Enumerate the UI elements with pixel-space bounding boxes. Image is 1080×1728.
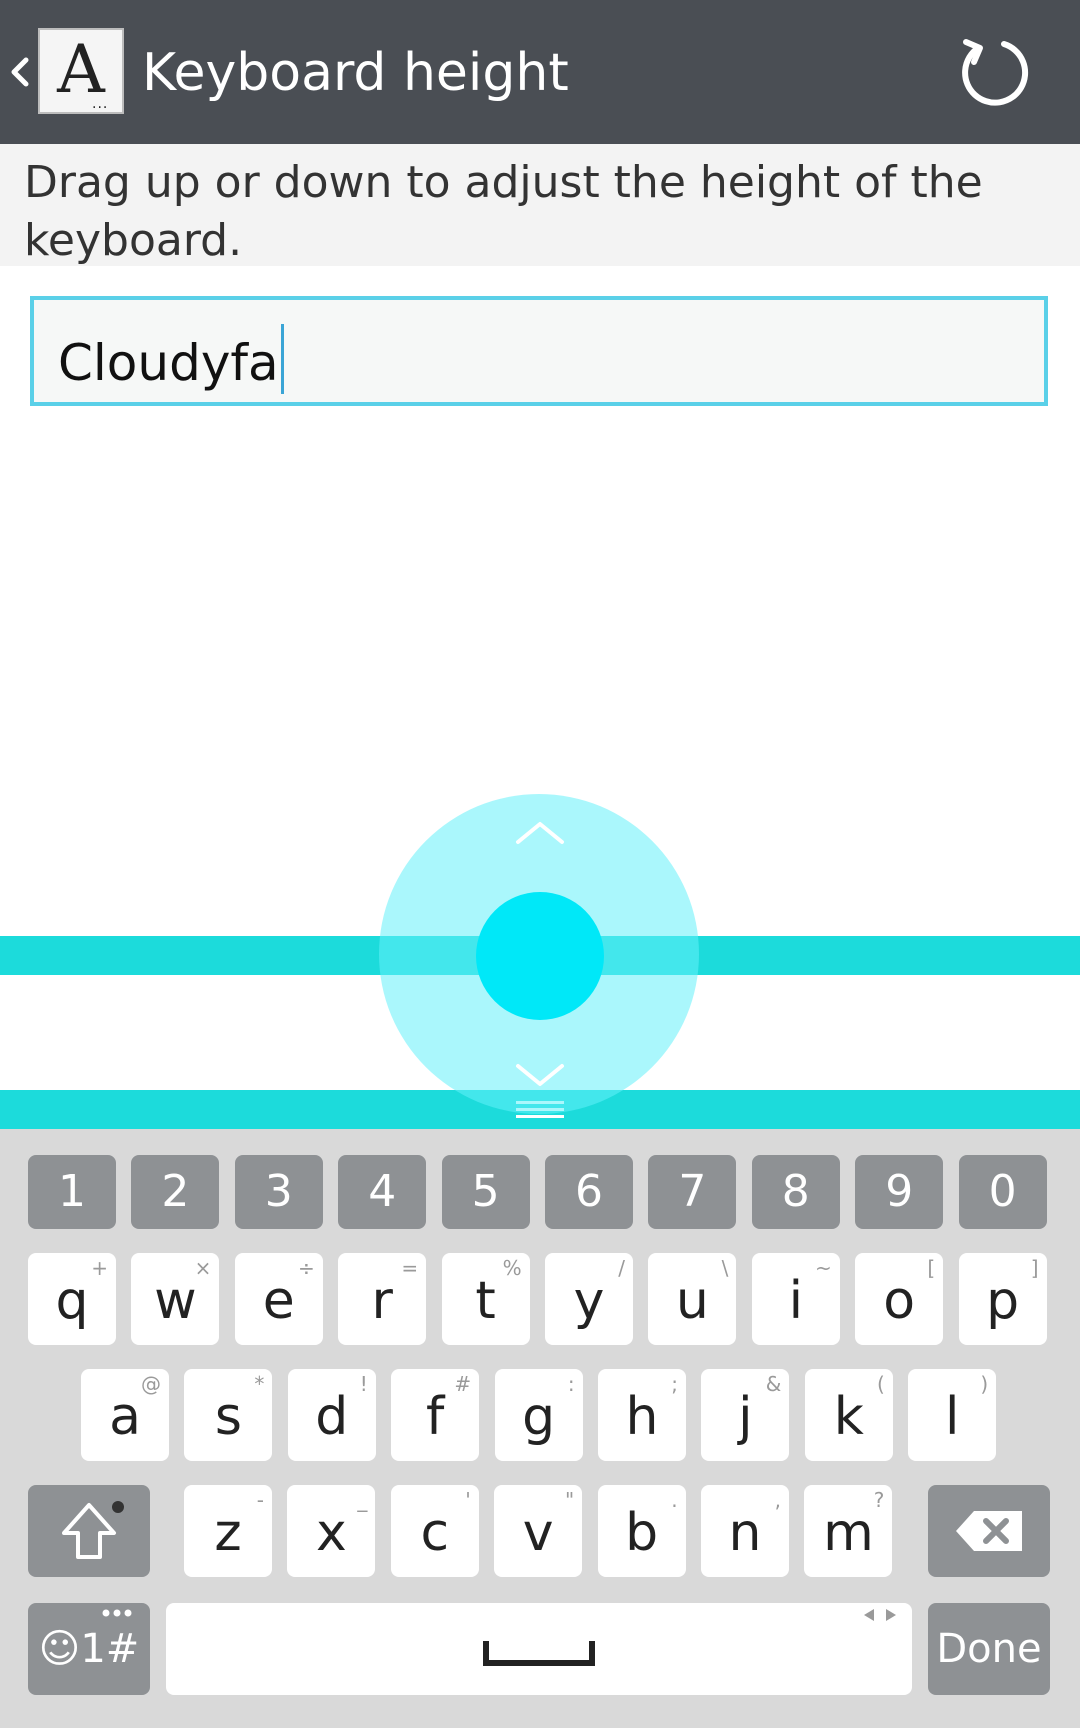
letter-key[interactable]: ? m [804, 1485, 893, 1577]
letter-key[interactable]: ,n [701, 1485, 789, 1577]
keyboard: 1234567890 + q × w ÷ e = r% t / y \ u ~ i[o] p @ a * s! d # f… [0, 1129, 1080, 1728]
arrow-up-icon [516, 822, 564, 844]
shift-key[interactable] [28, 1485, 150, 1577]
instruction-text: Drag up or down to adjust the height of … [24, 157, 983, 266]
letter-key[interactable]: ' c [390, 1485, 479, 1577]
symbols-key[interactable]: ☺1# [28, 1603, 150, 1695]
key-label: e [262, 1271, 295, 1331]
key-label: i [788, 1271, 804, 1331]
key-label: t [475, 1271, 496, 1331]
key-label: k [833, 1387, 864, 1447]
letter-key[interactable]: = r [338, 1253, 427, 1345]
shift-icon [62, 1501, 124, 1559]
letter-key[interactable]: % t [441, 1253, 530, 1345]
key-label: z [214, 1503, 242, 1563]
backspace-key[interactable] [928, 1485, 1050, 1577]
letter-key[interactable]: -z [184, 1485, 272, 1577]
key-label: l [944, 1387, 960, 1447]
title-bar: A ... Keyboard height [0, 0, 1080, 144]
key-label: b [625, 1503, 659, 1563]
number-key[interactable]: 5 [441, 1155, 530, 1229]
letter-key[interactable]: # f [391, 1369, 480, 1461]
letter-key[interactable]: .b [597, 1485, 686, 1577]
app-icon-letter: A [57, 31, 105, 108]
arrow-down-icon [516, 1064, 564, 1086]
letter-key[interactable]: " v [494, 1485, 583, 1577]
number-key[interactable]: 9 [855, 1155, 944, 1229]
key-label: o [883, 1271, 916, 1331]
symbols-key-label: ☺1# [38, 1626, 140, 1672]
input-value: Cloudyfa [58, 334, 279, 392]
letter-key[interactable]: \ u [648, 1253, 737, 1345]
number-key[interactable]: 2 [131, 1155, 220, 1229]
chevron-left-icon[interactable] [6, 50, 34, 94]
key-label: f [426, 1387, 445, 1447]
number-key[interactable]: 8 [751, 1155, 840, 1229]
key-label: d [315, 1387, 349, 1447]
letter-key[interactable]: [o [855, 1253, 944, 1345]
key-label: q [55, 1271, 89, 1331]
number-key[interactable]: 3 [234, 1155, 323, 1229]
key-label: w [154, 1271, 197, 1331]
done-key[interactable]: Done [928, 1603, 1050, 1695]
instruction-panel: Drag up or down to adjust the height of … [0, 144, 1080, 266]
key-label: r [371, 1271, 393, 1331]
number-key[interactable]: 4 [338, 1155, 427, 1229]
text-caret [280, 324, 284, 394]
key-label: j [738, 1387, 753, 1447]
height-drag-knob[interactable] [476, 892, 604, 1020]
key-label: c [420, 1503, 450, 1563]
letter-key[interactable]: ] p [958, 1253, 1047, 1345]
letter-key[interactable]: ) l [908, 1369, 997, 1461]
letter-key[interactable]: _ x [287, 1485, 376, 1577]
letter-key[interactable]: ~ i [751, 1253, 840, 1345]
page-title: Keyboard height [142, 43, 569, 103]
letter-key[interactable]: × w [131, 1253, 220, 1345]
number-key[interactable]: 1 [28, 1155, 116, 1229]
letter-key[interactable]: & j [701, 1369, 790, 1461]
preview-text-input[interactable]: Cloudyfa [30, 296, 1048, 406]
key-label: s [214, 1387, 242, 1447]
number-key[interactable]: 0 [958, 1155, 1047, 1229]
app-icon[interactable]: A ... [38, 28, 124, 114]
letter-key[interactable]: / y [545, 1253, 633, 1345]
key-label: a [109, 1387, 141, 1447]
key-label: n [728, 1503, 762, 1563]
key-label: v [522, 1503, 554, 1563]
letter-key[interactable]: @ a [81, 1369, 169, 1461]
letter-key[interactable]: + q [28, 1253, 116, 1345]
space-key[interactable] [166, 1603, 912, 1695]
key-label: m [823, 1503, 874, 1563]
key-label: y [573, 1271, 605, 1331]
letter-key[interactable]: ÷ e [234, 1253, 323, 1345]
letter-key[interactable]: ! d [287, 1369, 376, 1461]
number-key[interactable]: 7 [648, 1155, 737, 1229]
backspace-icon [956, 1511, 1022, 1551]
reset-icon[interactable] [952, 30, 1036, 114]
key-label: x [316, 1503, 347, 1563]
letter-key[interactable]: :g [494, 1369, 583, 1461]
app-icon-dots: ... [92, 96, 109, 112]
letter-key[interactable]: (k [804, 1369, 893, 1461]
space-icon [483, 1641, 595, 1666]
key-label: g [522, 1387, 556, 1447]
number-key[interactable]: 6 [545, 1155, 633, 1229]
input-value-wrap: Cloudyfa [58, 324, 284, 394]
key-label: u [675, 1271, 709, 1331]
letter-key[interactable]: ; h [598, 1369, 686, 1461]
letter-key[interactable]: * s [184, 1369, 273, 1461]
key-label: h [625, 1387, 659, 1447]
key-label: p [986, 1271, 1020, 1331]
screen: A ... Keyboard height Drag up or down to… [0, 0, 1080, 1728]
